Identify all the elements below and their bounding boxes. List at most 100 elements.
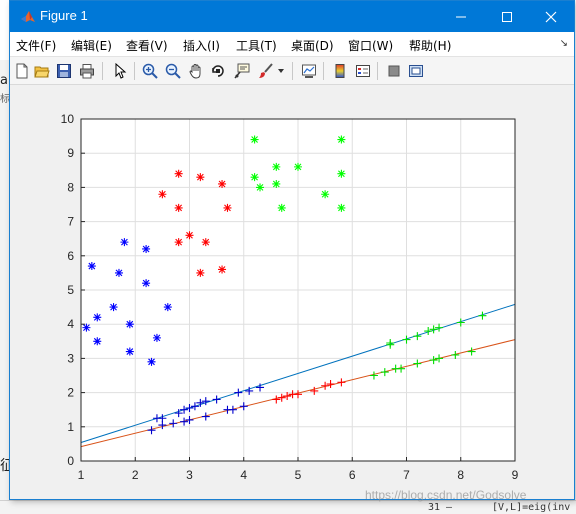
star-marker xyxy=(294,162,302,171)
open-file-icon xyxy=(34,66,50,78)
new-figure-button[interactable] xyxy=(12,61,32,81)
figure-canvas[interactable]: 1 2 3 4 5 6 7 8 9 0 1 2 3 4 5 6 7 8 9 10 https://blog.csdn.… xyxy=(10,86,574,502)
y-tick-label: 6 xyxy=(67,249,74,263)
menu-file[interactable]: 文件(F) xyxy=(16,37,56,54)
star-marker xyxy=(114,268,123,277)
star-marker xyxy=(174,169,183,178)
star-marker xyxy=(174,203,183,212)
toolbar-separator xyxy=(102,62,103,80)
menu-bar: 文件(F) 编辑(E) 查看(V) 插入(I) 工具(T) 桌面(D) 窗口(W… xyxy=(10,32,574,57)
x-tick-label: 7 xyxy=(403,468,410,482)
dock-arrow-icon[interactable]: ↘ xyxy=(560,38,568,49)
link-plot-button[interactable] xyxy=(299,61,319,81)
brush-icon xyxy=(259,63,273,78)
maximize-icon xyxy=(502,11,512,22)
figure-toolbar xyxy=(10,57,574,85)
hide-plot-tools-icon xyxy=(388,65,400,77)
star-marker xyxy=(185,231,194,240)
print-icon xyxy=(80,64,94,79)
star-marker xyxy=(125,347,134,356)
show-plot-tools-button[interactable] xyxy=(406,61,426,81)
star-marker xyxy=(93,337,102,346)
data-cursor-button[interactable] xyxy=(232,61,252,81)
legend-button[interactable] xyxy=(353,61,373,81)
background-command-line: 31 — [V,L]=eig(inv xyxy=(0,500,576,514)
menu-help[interactable]: 帮助(H) xyxy=(409,37,451,54)
zoom-out-button[interactable] xyxy=(163,61,183,81)
toolbar-separator xyxy=(377,62,378,80)
save-button[interactable] xyxy=(54,61,74,81)
menu-tools[interactable]: 工具(T) xyxy=(236,37,277,54)
new-figure-icon xyxy=(16,63,28,79)
data-cursor-icon xyxy=(234,63,250,79)
star-marker xyxy=(142,244,151,253)
toolbar-separator xyxy=(292,62,293,80)
y-tick-label: 7 xyxy=(67,215,74,229)
star-marker xyxy=(142,279,151,288)
hide-plot-tools-button[interactable] xyxy=(384,61,404,81)
scatter-plot[interactable]: 1 2 3 4 5 6 7 8 9012345678910 xyxy=(10,86,574,499)
star-marker xyxy=(152,333,161,342)
pan-hand-icon xyxy=(189,64,201,79)
x-tick-label: 5 xyxy=(295,468,302,482)
toolbar-separator xyxy=(323,62,324,80)
star-marker xyxy=(277,203,286,212)
menu-desktop[interactable]: 桌面(D) xyxy=(291,37,334,54)
star-marker xyxy=(87,262,96,271)
star-marker xyxy=(82,323,91,332)
colorbar-icon xyxy=(335,64,345,78)
background-text: a xyxy=(0,73,8,88)
minimize-button[interactable] xyxy=(438,1,484,32)
pointer-button[interactable] xyxy=(110,61,130,81)
zoom-in-button[interactable] xyxy=(140,61,160,81)
star-marker xyxy=(250,173,259,182)
x-tick-label: 9 xyxy=(512,468,519,482)
open-file-button[interactable] xyxy=(32,61,52,81)
pointer-icon xyxy=(115,63,127,79)
star-marker xyxy=(337,203,346,212)
star-marker xyxy=(158,190,167,199)
star-marker xyxy=(93,313,102,322)
brush-dropdown-button[interactable] xyxy=(276,61,286,81)
pan-button[interactable] xyxy=(186,61,206,81)
star-marker xyxy=(250,135,259,144)
legend-icon xyxy=(356,65,370,77)
star-marker xyxy=(256,183,265,192)
close-icon xyxy=(545,11,557,22)
star-marker xyxy=(196,268,205,277)
maximize-button[interactable] xyxy=(484,1,530,32)
figure-window: Figure 1 文件(F) 编辑(E) 查看(V) 插入(I) 工具(T) 桌… xyxy=(9,0,575,502)
brush-button[interactable] xyxy=(256,61,276,81)
y-tick-label: 5 xyxy=(67,283,74,297)
colorbar-button[interactable] xyxy=(330,61,350,81)
print-button[interactable] xyxy=(77,61,97,81)
star-marker xyxy=(109,303,118,312)
watermark-text: https://blog.csdn.net/Godsolve xyxy=(365,488,527,502)
show-plot-tools-icon xyxy=(409,65,423,77)
star-marker xyxy=(321,190,330,199)
background-code: [V,L]=eig(inv xyxy=(492,502,571,513)
star-marker xyxy=(163,303,172,312)
title-bar[interactable]: Figure 1 xyxy=(10,1,574,32)
background-line-number: 31 xyxy=(428,502,441,513)
x-tick-label: 6 xyxy=(349,468,356,482)
menu-edit[interactable]: 编辑(E) xyxy=(71,37,112,54)
menu-insert[interactable]: 插入(I) xyxy=(183,37,220,54)
chevron-down-icon xyxy=(278,69,284,73)
rotate-3d-button[interactable] xyxy=(208,61,228,81)
star-marker xyxy=(272,162,281,171)
menu-view[interactable]: 查看(V) xyxy=(126,37,168,54)
star-marker xyxy=(196,173,205,182)
star-marker xyxy=(272,179,281,188)
x-tick-label: 3 xyxy=(186,468,193,482)
close-button[interactable] xyxy=(528,1,574,32)
y-tick-label: 9 xyxy=(67,146,74,160)
toolbar-separator xyxy=(134,62,135,80)
y-tick-label: 2 xyxy=(67,386,74,400)
star-marker xyxy=(337,169,346,178)
star-marker xyxy=(223,203,232,212)
matlab-logo-icon xyxy=(21,11,35,22)
star-marker xyxy=(337,135,346,144)
x-tick-label: 8 xyxy=(457,468,464,482)
menu-window[interactable]: 窗口(W) xyxy=(348,37,393,54)
